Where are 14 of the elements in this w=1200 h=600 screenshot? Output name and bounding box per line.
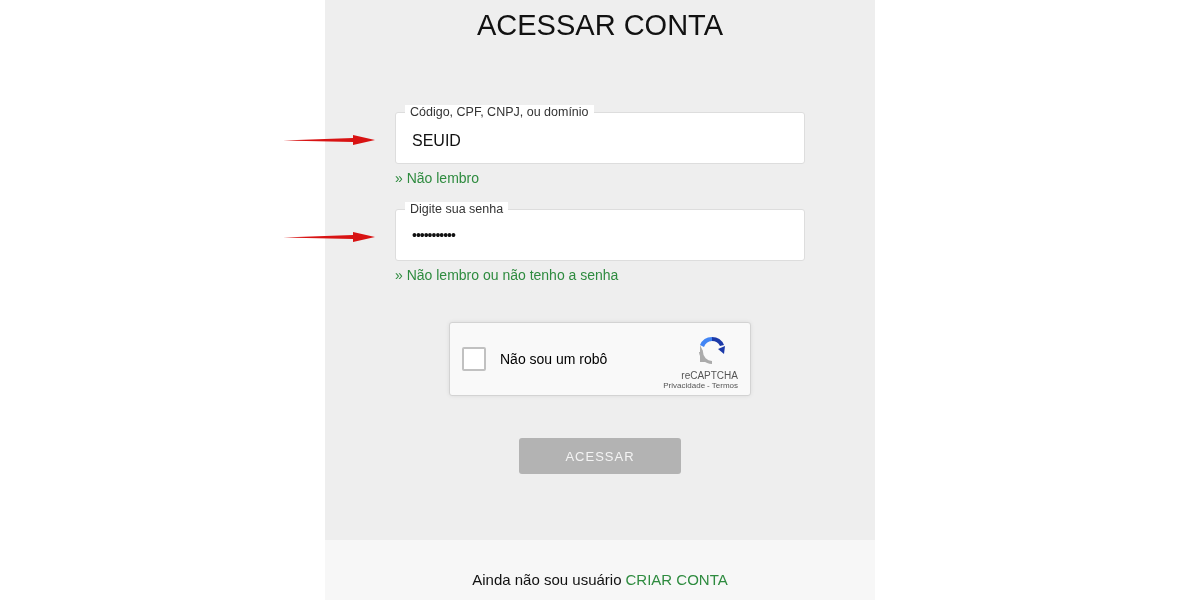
field-label: Digite sua senha <box>405 202 509 217</box>
page-title: ACESSAR CONTA <box>477 8 723 42</box>
help-link[interactable]: » Não lembro ou não tenho a senha <box>395 267 619 283</box>
terms-link[interactable]: Termos <box>711 381 738 390</box>
privacy-link[interactable]: Privacidade <box>663 381 706 390</box>
captcha-checkbox[interactable] <box>462 347 486 371</box>
create-account-link[interactable]: CRIAR CONTA <box>625 570 728 588</box>
help-link[interactable]: » Não lembro <box>395 170 480 186</box>
recaptcha-brand: reCAPTCHA <box>681 370 738 381</box>
field-label: Código, CPF, CNPJ, ou domínio <box>405 105 594 120</box>
link-separator: - <box>707 381 710 390</box>
captcha-label: Não sou um robô <box>500 351 609 367</box>
recaptcha-logo-icon <box>696 334 728 366</box>
footer-text: Ainda não sou usuário <box>472 570 622 588</box>
